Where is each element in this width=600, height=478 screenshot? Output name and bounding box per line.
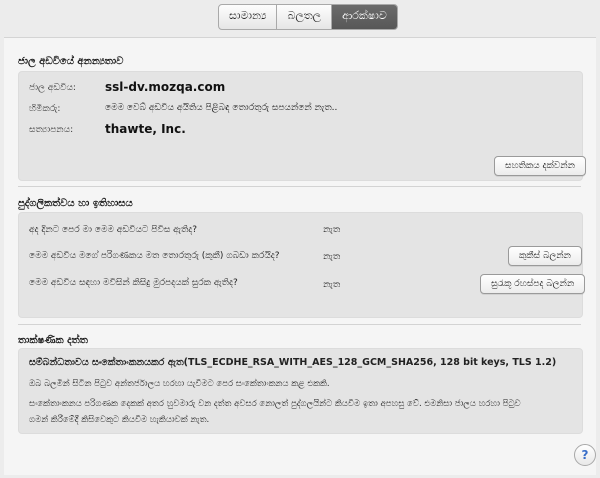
view-passwords-button[interactable]: සුරැකූ රහස්පද බලන්න bbox=[480, 274, 586, 294]
technical-box: සම්බන්ධතාවය සංකේතාංකනයකර ඇත(TLS_ECDHE_RS… bbox=[18, 348, 583, 434]
owner-label: හිමිකරු: bbox=[29, 104, 61, 114]
visited-before-question: අද දිනට පෙර මා මෙම අඩවියට පිවිස ඇතිද? bbox=[29, 225, 198, 235]
encryption-explanation-line1: සංකේතාංකනය පරිගණක දෙකක් අතර හුවමාරු වන ද… bbox=[29, 399, 521, 409]
cookies-answer: නැත bbox=[323, 252, 341, 262]
identity-box: ජාල අඩවිය: ssl-dv.mozqa.com හිමිකරු: මෙම… bbox=[18, 71, 586, 181]
passwords-question: මෙම අඩවිය සඳහා මවිසින් කිසිදු මුරපදයක් ස… bbox=[29, 278, 238, 288]
owner-value: මෙම වෙබ් අඩවිය අයිතිය පිළිබඳ තොරතුරු සපය… bbox=[105, 103, 338, 113]
technical-section-title: තාක්ෂණික දත්ත bbox=[18, 335, 88, 346]
encryption-description: ඔබ බලමින් සිටින පිටුව අන්තර්ජාලය හරහා යැ… bbox=[29, 379, 330, 389]
verifier-value: thawte, Inc. bbox=[105, 122, 186, 136]
divider bbox=[18, 186, 581, 187]
tab-permissions[interactable]: බලතල bbox=[277, 5, 333, 29]
tab-security[interactable]: ආරක්ෂාව bbox=[332, 5, 397, 29]
website-value: ssl-dv.mozqa.com bbox=[105, 80, 226, 94]
website-label: ජාල අඩවිය: bbox=[29, 83, 76, 93]
divider bbox=[18, 324, 581, 325]
verifier-label: සත්‍යාපනය: bbox=[29, 125, 74, 135]
tab-bar: සාමාන්‍ය බලතල ආරක්ෂාව bbox=[218, 4, 398, 30]
privacy-box: අද දිනට පෙර මා මෙම අඩවියට පිවිස ඇතිද? නැ… bbox=[18, 212, 586, 318]
cookies-question: මෙම අඩවිය මගේ පරිගණකය මත තොරතුරු (කුකී) … bbox=[29, 251, 280, 261]
help-icon[interactable]: ? bbox=[574, 444, 596, 466]
tab-general[interactable]: සාමාන්‍ය bbox=[219, 5, 278, 29]
visited-before-answer: නැත bbox=[323, 225, 341, 235]
privacy-section-title: පුද්ගලිකත්වය හා ඉතිහාසය bbox=[18, 198, 133, 209]
view-cookies-button[interactable]: කුකීස් බලන්න bbox=[508, 246, 582, 266]
passwords-answer: නැත bbox=[323, 280, 341, 290]
security-panel: ජාල අඩවියේ අනන්‍යතාව ජාල අඩවිය: ssl-dv.m… bbox=[4, 37, 596, 475]
identity-section-title: ජාල අඩවියේ අනන්‍යතාව bbox=[18, 56, 124, 67]
encryption-explanation-line2: ගමන් කිරීමේදී කිසිවෙකුට කියවීම හැකියාවක්… bbox=[29, 415, 210, 425]
view-certificate-button[interactable]: සහතිකය දක්වන්න bbox=[494, 156, 586, 176]
encryption-status: සම්බන්ධතාවය සංකේතාංකනයකර ඇත(TLS_ECDHE_RS… bbox=[29, 357, 557, 368]
